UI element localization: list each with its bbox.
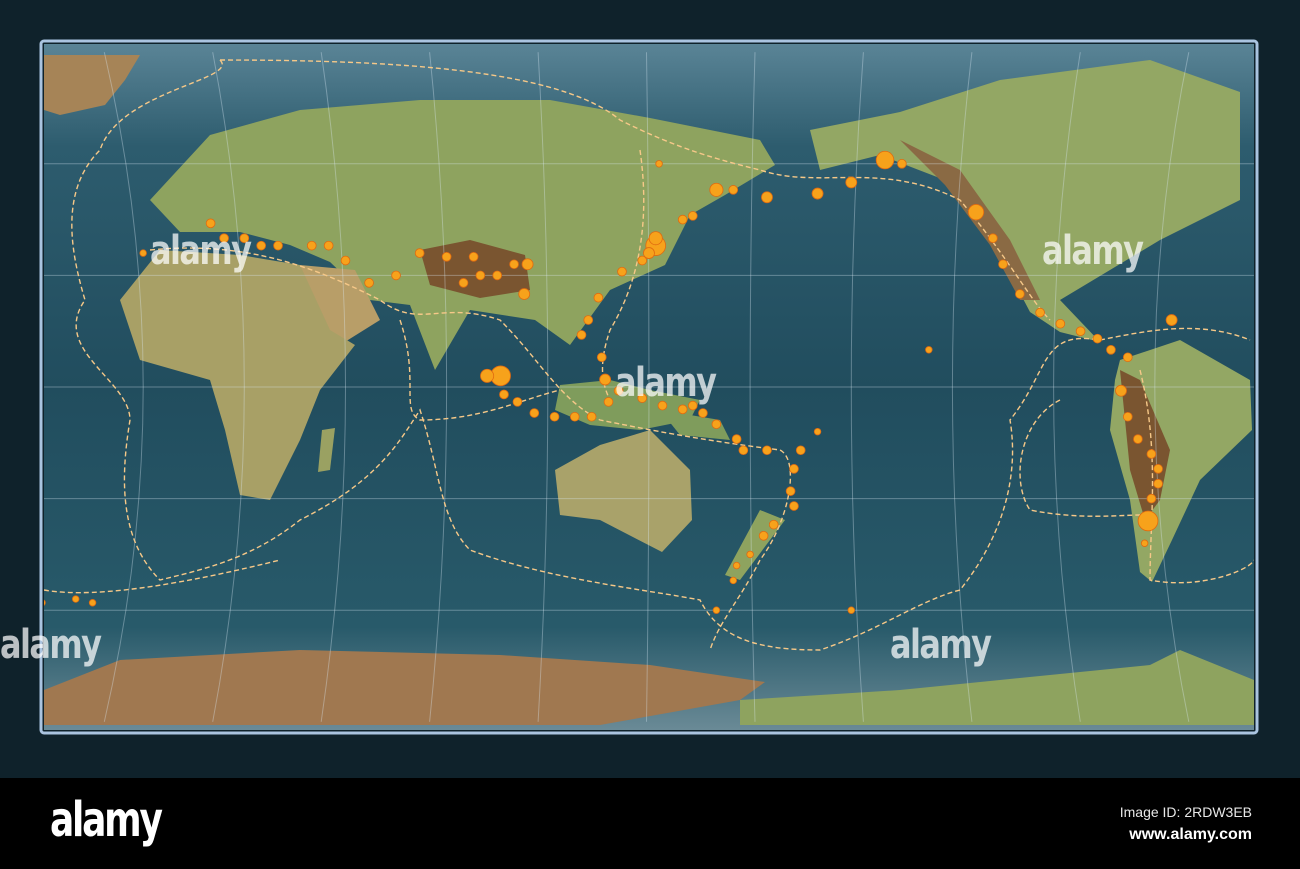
earthquake-marker bbox=[728, 185, 739, 195]
earthquake-marker bbox=[677, 404, 688, 415]
earthquake-marker bbox=[758, 530, 769, 541]
earthquake-marker bbox=[1153, 464, 1163, 474]
earthquake-marker bbox=[391, 270, 401, 281]
earthquake-marker bbox=[499, 389, 509, 400]
earthquake-marker bbox=[273, 240, 283, 251]
earthquake-marker bbox=[521, 258, 534, 271]
earthquake-marker bbox=[509, 259, 519, 270]
footer-bar: alamy Image ID: 2RDW3EB www.alamy.com bbox=[0, 778, 1300, 869]
earthquake-marker bbox=[72, 595, 80, 603]
earthquake-marker bbox=[88, 599, 97, 607]
earthquake-marker bbox=[988, 233, 998, 244]
earthquake-marker bbox=[785, 486, 796, 496]
earthquake-marker bbox=[306, 240, 317, 251]
earthquake-marker bbox=[998, 259, 1008, 270]
earthquake-marker bbox=[1153, 478, 1163, 489]
earthquake-marker bbox=[637, 255, 648, 266]
earthquake-marker bbox=[738, 445, 749, 456]
earthquake-marker bbox=[1115, 384, 1127, 397]
earthquake-marker bbox=[569, 411, 580, 422]
earthquake-marker bbox=[762, 445, 772, 456]
earthquake-marker bbox=[475, 270, 486, 281]
map-stage: alamy alamy alamy alamy alamy bbox=[0, 0, 1300, 778]
earthquake-marker bbox=[617, 266, 627, 277]
watermark: alamy bbox=[0, 622, 102, 668]
earthquake-marker bbox=[732, 561, 741, 570]
earthquake-marker bbox=[1075, 326, 1086, 337]
earthquake-marker bbox=[1092, 333, 1103, 344]
earthquake-marker bbox=[512, 397, 523, 407]
earthquake-marker bbox=[1146, 449, 1157, 459]
earthquake-marker bbox=[811, 187, 824, 200]
earthquake-marker bbox=[323, 240, 334, 251]
earthquake-marker bbox=[768, 519, 779, 530]
earthquake-marker bbox=[677, 214, 688, 225]
earthquake-marker bbox=[795, 445, 806, 456]
earthquake-marker bbox=[648, 231, 663, 246]
earthquake-marker bbox=[925, 346, 933, 354]
earthquake-marker bbox=[603, 397, 614, 407]
earthquake-marker bbox=[1035, 307, 1045, 318]
earthquake-marker bbox=[529, 408, 540, 418]
earthquake-marker bbox=[789, 501, 799, 511]
earthquake-marker bbox=[1146, 493, 1157, 504]
earthquake-marker bbox=[458, 278, 469, 288]
earthquake-marker bbox=[711, 419, 722, 430]
image-id: Image ID: 2RDW3EB bbox=[1119, 804, 1252, 820]
watermark: alamy bbox=[615, 360, 717, 406]
earthquake-marker bbox=[549, 411, 560, 422]
earthquake-marker bbox=[1122, 352, 1133, 363]
earthquake-marker bbox=[1106, 344, 1116, 355]
earthquake-marker bbox=[596, 352, 607, 363]
earthquake-marker bbox=[599, 373, 612, 386]
earthquake-marker bbox=[967, 204, 985, 221]
watermark: alamy bbox=[1042, 228, 1144, 274]
earthquake-marker bbox=[256, 240, 266, 251]
earthquake-marker bbox=[340, 255, 351, 266]
earthquake-marker bbox=[1055, 318, 1066, 329]
earthquake-marker bbox=[1015, 289, 1025, 299]
alamy-logo[interactable]: alamy bbox=[50, 792, 163, 848]
earthquake-marker bbox=[586, 411, 597, 422]
earthquake-marker bbox=[731, 434, 742, 444]
earthquake-marker bbox=[789, 464, 799, 474]
earthquake-marker bbox=[205, 218, 216, 229]
earthquake-marker bbox=[1137, 510, 1159, 532]
earthquake-marker bbox=[712, 606, 721, 614]
site-url[interactable]: www.alamy.com bbox=[1129, 826, 1252, 844]
earthquake-marker bbox=[746, 550, 754, 559]
earthquake-marker bbox=[687, 211, 698, 221]
earthquake-marker bbox=[761, 191, 773, 204]
earthquake-marker bbox=[813, 427, 822, 436]
earthquake-marker bbox=[441, 251, 452, 262]
earthquake-marker bbox=[1165, 314, 1178, 326]
watermark: alamy bbox=[150, 228, 252, 274]
earthquake-marker bbox=[698, 408, 708, 418]
earthquake-marker bbox=[468, 251, 479, 262]
earthquake-marker bbox=[729, 576, 737, 585]
earthquake-marker bbox=[414, 248, 425, 258]
earthquake-marker bbox=[875, 150, 895, 170]
earthquake-marker bbox=[847, 606, 855, 614]
earthquake-marker bbox=[897, 159, 907, 169]
earthquake-marker bbox=[583, 315, 594, 325]
earthquake-marker bbox=[576, 330, 587, 340]
earthquake-marker bbox=[655, 160, 663, 168]
earthquake-marker bbox=[1122, 411, 1133, 422]
earthquake-marker bbox=[492, 270, 503, 281]
watermark: alamy bbox=[890, 622, 992, 668]
earthquake-marker bbox=[845, 176, 858, 189]
earthquake-marker bbox=[139, 249, 147, 257]
earthquake-marker bbox=[364, 278, 374, 288]
earthquake-marker bbox=[518, 288, 531, 300]
earthquake-marker bbox=[1133, 434, 1143, 444]
earthquake-marker bbox=[593, 292, 604, 303]
earthquake-marker bbox=[480, 368, 495, 383]
earthquake-marker bbox=[709, 182, 724, 197]
earthquake-marker bbox=[1140, 539, 1149, 547]
